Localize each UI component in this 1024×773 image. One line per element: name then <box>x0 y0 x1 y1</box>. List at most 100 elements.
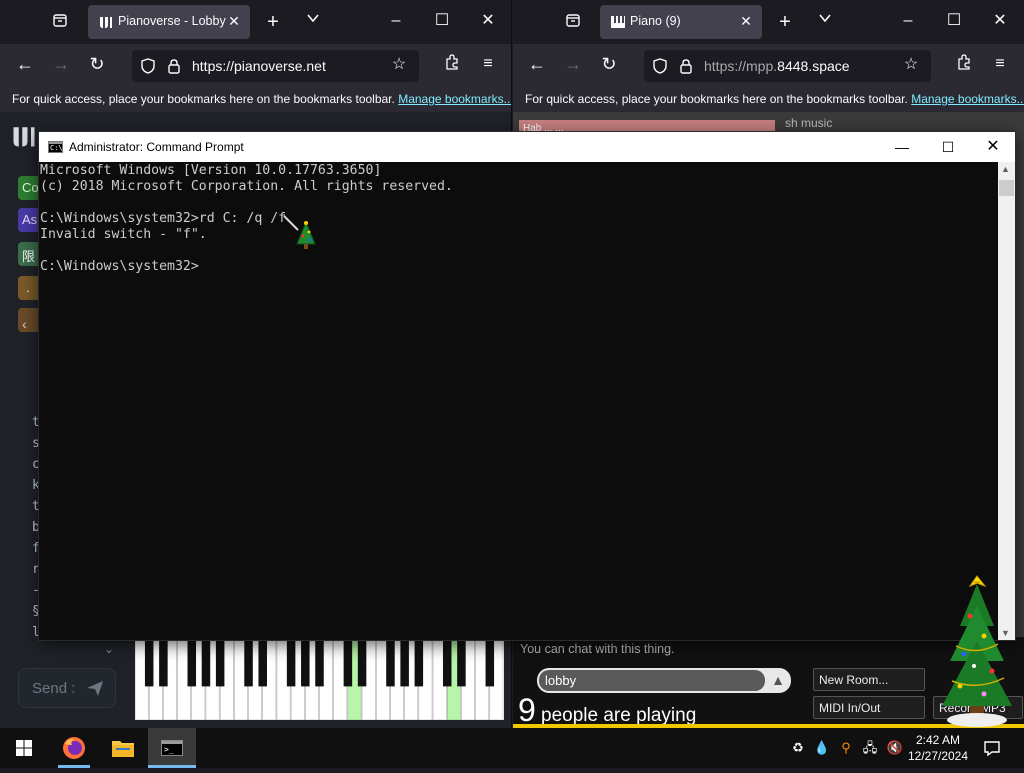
close-window-icon[interactable]: ✕ <box>970 132 1016 162</box>
black-key[interactable] <box>485 640 495 687</box>
chevron-left-icon[interactable]: ‹ <box>22 316 27 332</box>
bookmark-star-icon[interactable]: ☆ <box>899 55 923 77</box>
minimize-icon[interactable]: — <box>879 132 925 162</box>
tab-bar: Piano (9) ✕ + – ☐ ✕ <box>513 0 1024 44</box>
url-bar[interactable]: https://mpp.8448.space ☆ <box>644 50 931 82</box>
tab-list-chevron-icon[interactable] <box>813 11 837 33</box>
black-key[interactable] <box>457 640 466 687</box>
command-prompt-window[interactable]: C:\ Administrator: Command Prompt — ☐ ✕ … <box>38 131 1016 641</box>
forward-icon[interactable]: → <box>561 54 585 76</box>
piano-keyboard[interactable] <box>134 639 504 721</box>
black-key[interactable] <box>400 640 409 687</box>
menu-icon[interactable]: ≡ <box>476 54 500 76</box>
notifications-icon[interactable] <box>978 728 1006 768</box>
tab-list-chevron-icon[interactable] <box>301 11 325 33</box>
lock-icon[interactable] <box>166 58 182 79</box>
black-key[interactable] <box>201 640 211 687</box>
black-key[interactable] <box>144 640 154 687</box>
black-key[interactable] <box>187 640 197 687</box>
console-line: C:\Windows\system32> <box>40 259 199 274</box>
back-icon[interactable]: ← <box>525 54 549 76</box>
start-button[interactable] <box>0 728 48 768</box>
close-window-icon[interactable]: ✕ <box>476 11 500 33</box>
url-bar[interactable]: https://pianoverse.net ☆ <box>132 50 419 82</box>
lock-icon[interactable] <box>678 58 694 79</box>
recycle-tray-icon[interactable]: ♻ <box>788 728 808 768</box>
menu-icon[interactable]: ≡ <box>988 54 1012 76</box>
volume-muted-icon[interactable]: 🔇 <box>884 728 906 768</box>
black-key[interactable] <box>315 640 324 687</box>
back-icon[interactable]: ← <box>13 54 37 76</box>
tab-piano[interactable]: Piano (9) ✕ <box>600 5 762 39</box>
black-key[interactable] <box>301 640 310 687</box>
file-explorer-taskbar-button[interactable] <box>99 728 147 768</box>
firefox-view-icon[interactable] <box>48 12 72 34</box>
pianoverse-logo <box>10 122 38 155</box>
extensions-icon[interactable] <box>952 54 976 76</box>
black-key[interactable] <box>343 640 353 687</box>
firefox-view-icon[interactable] <box>561 12 585 34</box>
url-text[interactable]: https://mpp.8448.space <box>704 58 850 74</box>
cmd-icon: C:\ <box>48 141 63 153</box>
reload-icon[interactable]: ↻ <box>85 54 109 76</box>
chevron-down-icon[interactable]: ⌄ <box>104 642 114 656</box>
bookmark-hint: For quick access, place your bookmarks h… <box>525 92 908 106</box>
triangle-up-icon[interactable]: ▲ <box>769 671 787 689</box>
tab-bar: Pianoverse - Lobby ✕ + – ☐ ✕ <box>0 0 511 44</box>
black-key[interactable] <box>386 640 395 687</box>
manage-bookmarks-link[interactable]: Manage bookmarks... <box>398 92 511 106</box>
maximize-icon[interactable]: ☐ <box>925 132 971 162</box>
windows-logo-icon <box>16 740 32 756</box>
black-key[interactable] <box>258 640 267 687</box>
close-tab-icon[interactable]: ✕ <box>736 11 756 31</box>
black-key[interactable] <box>244 640 253 687</box>
navigation-bar: ← → ↻ https://pianoverse.net ☆ ≡ <box>0 44 511 86</box>
reload-icon[interactable]: ↻ <box>597 54 621 76</box>
new-tab-icon[interactable]: + <box>261 12 285 34</box>
clock[interactable]: 2:42 AM 12/27/2024 <box>906 732 970 764</box>
network-tray-icon[interactable]: 🖧 <box>860 728 880 768</box>
midi-button[interactable]: MIDI In/Out <box>813 696 925 719</box>
maximize-icon[interactable]: ☐ <box>430 11 454 33</box>
room-selector[interactable]: lobby ▲ <box>537 668 791 693</box>
close-tab-icon[interactable]: ✕ <box>224 11 244 31</box>
manage-bookmarks-link[interactable]: Manage bookmarks... <box>911 92 1024 106</box>
bookmark-hint: For quick access, place your bookmarks h… <box>12 92 395 106</box>
url-text[interactable]: https://pianoverse.net <box>192 58 326 74</box>
command-prompt-taskbar-button[interactable]: >_ <box>148 728 196 768</box>
black-key[interactable] <box>215 640 225 687</box>
firefox-taskbar-button[interactable] <box>50 728 98 768</box>
search-tray-icon[interactable]: ⚲ <box>836 728 856 768</box>
black-key[interactable] <box>357 640 367 687</box>
minimize-icon[interactable]: – <box>384 11 408 33</box>
black-key[interactable] <box>442 640 452 687</box>
firefox-icon <box>63 737 85 759</box>
piano-keys[interactable] <box>134 639 504 721</box>
console-line: (c) 2018 Microsoft Corporation. All righ… <box>40 179 453 194</box>
paper-plane-icon <box>85 678 105 703</box>
droplet-tray-icon[interactable]: 💧 <box>812 728 832 768</box>
send-button[interactable]: Send : <box>18 668 116 708</box>
black-key[interactable] <box>159 640 168 687</box>
scroll-thumb[interactable] <box>999 180 1014 196</box>
bookmarks-toolbar: For quick access, place your bookmarks h… <box>513 86 1024 112</box>
shield-icon[interactable] <box>140 58 156 79</box>
title-bar[interactable]: C:\ Administrator: Command Prompt — ☐ ✕ <box>39 132 1015 162</box>
minimize-icon[interactable]: – <box>896 11 920 33</box>
maximize-icon[interactable]: ☐ <box>942 11 966 33</box>
tab-pianoverse[interactable]: Pianoverse - Lobby ✕ <box>88 5 250 39</box>
cmd-icon: >_ <box>161 740 183 756</box>
forward-icon[interactable]: → <box>49 54 73 76</box>
black-key[interactable] <box>414 640 424 687</box>
new-tab-icon[interactable]: + <box>773 12 797 34</box>
pianoverse-favicon-icon <box>98 14 114 35</box>
black-key[interactable] <box>286 640 296 687</box>
new-room-button[interactable]: New Room... <box>813 668 925 691</box>
extensions-icon[interactable] <box>440 54 464 76</box>
console-output[interactable]: Microsoft Windows [Version 10.0.17763.36… <box>39 162 998 640</box>
scroll-up-icon[interactable]: ▲ <box>1001 164 1010 174</box>
bookmark-star-icon[interactable]: ☆ <box>387 55 411 77</box>
shield-icon[interactable] <box>652 58 668 79</box>
close-window-icon[interactable]: ✕ <box>988 11 1012 33</box>
folder-icon <box>112 741 134 757</box>
